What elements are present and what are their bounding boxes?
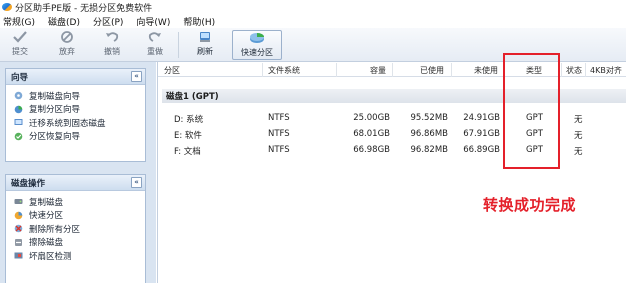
cell-free: 66.89GB (463, 145, 500, 155)
menu-disk[interactable]: 磁盘(D) (48, 15, 80, 28)
sidebar-item-label: 复制磁盘 (29, 197, 64, 208)
cell-used: 95.52MB (410, 113, 449, 123)
menu-bar: 常规(G) 磁盘(D) 分区(P) 向导(W) 帮助(H) (0, 14, 626, 28)
cell-partition: D: 系统 (174, 115, 204, 125)
sidebar-item-migrate-os-to-ssd[interactable]: 迁移系统到固态磁盘 (6, 116, 145, 130)
undo-icon (104, 30, 120, 44)
cell-free: 24.91GB (463, 113, 500, 123)
sidebar-item-label: 复制分区向导 (29, 105, 81, 116)
left-sidebar: 向导 « 复制磁盘向导 复制分区向导 迁移系统到固态磁盘 分区恢复向导 磁盘操作… (0, 62, 156, 283)
column-header-partition[interactable]: 分区 (164, 65, 180, 76)
sidebar-item-bad-sector-check[interactable]: 坏扇区检测 (6, 249, 145, 263)
conversion-success-caption: 转换成功完成 (483, 196, 577, 214)
redo-button[interactable]: 重做 (140, 30, 170, 60)
refresh-button[interactable]: 刷新 (190, 30, 220, 60)
column-divider (451, 63, 452, 77)
column-header-status[interactable]: 状态 (566, 65, 582, 76)
disk-operations-panel-title: 磁盘操作 (11, 178, 46, 189)
migrate-os-icon (14, 118, 23, 127)
disk-operations-collapse-button[interactable]: « (131, 177, 142, 188)
menu-wizard[interactable]: 向导(W) (136, 15, 170, 28)
discard-button[interactable]: 放弃 (52, 30, 82, 60)
menu-general[interactable]: 常规(G) (3, 15, 35, 28)
disk-operations-panel-header: 磁盘操作 « (6, 175, 145, 191)
partition-copy-icon (14, 105, 23, 114)
wizard-panel-title: 向导 (11, 72, 29, 83)
cell-capacity: 66.98GB (353, 145, 390, 155)
sidebar-item-label: 快速分区 (29, 211, 64, 222)
column-header-capacity[interactable]: 容量 (370, 65, 386, 76)
cell-partition: E: 软件 (174, 131, 202, 141)
cell-used: 96.86MB (410, 129, 449, 139)
commit-button[interactable]: 提交 (5, 30, 35, 60)
discard-icon (59, 30, 75, 44)
cell-status: 无 (574, 115, 583, 125)
wizard-panel-header: 向导 « (6, 69, 145, 85)
sidebar-item-label: 删除所有分区 (29, 224, 81, 235)
cell-capacity: 68.01GB (353, 129, 390, 139)
toolbar-separator (178, 32, 179, 58)
title-bar: 分区助手PE版 - 无损分区免费软件 (0, 0, 626, 14)
disk-copy-icon (14, 197, 23, 206)
sidebar-item-delete-all-partitions[interactable]: 删除所有分区 (6, 222, 145, 236)
sidebar-item-label: 迁移系统到固态磁盘 (29, 118, 106, 129)
cell-filesystem: NTFS (268, 129, 290, 139)
sidebar-item-partition-recovery-wizard[interactable]: 分区恢复向导 (6, 130, 145, 144)
column-header-used[interactable]: 已使用 (420, 65, 444, 76)
sidebar-item-copy-disk[interactable]: 复制磁盘 (6, 195, 145, 209)
wipe-disk-icon (14, 238, 23, 247)
sidebar-item-label: 擦除磁盘 (29, 238, 64, 249)
quick-partition-icon (249, 31, 265, 45)
cell-status: 无 (574, 147, 583, 157)
cell-free: 67.91GB (463, 129, 500, 139)
refresh-icon (197, 30, 213, 44)
quick-partition-label: 快速分区 (241, 48, 273, 57)
redo-label: 重做 (147, 47, 163, 56)
sidebar-item-label: 复制磁盘向导 (29, 91, 81, 102)
cell-used: 96.82MB (410, 145, 449, 155)
cell-status: 无 (574, 131, 583, 141)
cell-partition: F: 文档 (174, 147, 201, 157)
sidebar-item-label: 分区恢复向导 (29, 132, 81, 143)
commit-label: 提交 (12, 47, 28, 56)
redo-icon (147, 30, 163, 44)
cell-capacity: 25.00GB (353, 113, 390, 123)
column-divider (585, 63, 586, 77)
column-header-free[interactable]: 未使用 (474, 65, 498, 76)
refresh-label: 刷新 (197, 47, 213, 56)
bad-sector-icon (14, 251, 23, 260)
commit-icon (12, 30, 28, 44)
disk-copy-icon (14, 91, 23, 100)
sidebar-item-copy-disk-wizard[interactable]: 复制磁盘向导 (6, 89, 145, 103)
cell-filesystem: NTFS (268, 113, 290, 123)
quick-partition-icon (14, 211, 23, 220)
highlight-box (503, 53, 560, 169)
sidebar-item-copy-partition-wizard[interactable]: 复制分区向导 (6, 103, 145, 117)
column-divider (336, 63, 337, 77)
sidebar-item-label: 坏扇区检测 (29, 251, 72, 262)
sidebar-item-quick-partition[interactable]: 快速分区 (6, 209, 145, 223)
wizard-collapse-button[interactable]: « (131, 71, 142, 82)
delete-partitions-icon (14, 224, 23, 233)
column-divider (392, 63, 393, 77)
wizard-panel: 向导 « 复制磁盘向导 复制分区向导 迁移系统到固态磁盘 分区恢复向导 (5, 68, 146, 162)
column-header-4kb-aligned[interactable]: 4KB对齐 (590, 65, 622, 76)
undo-button[interactable]: 撤销 (97, 30, 127, 60)
menu-help[interactable]: 帮助(H) (183, 15, 215, 28)
column-divider (561, 63, 562, 77)
quick-partition-button[interactable]: 快速分区 (232, 30, 282, 60)
column-divider (262, 63, 263, 77)
column-header-filesystem[interactable]: 文件系统 (268, 65, 300, 76)
app-logo-icon (2, 2, 12, 12)
sidebar-item-wipe-disk[interactable]: 擦除磁盘 (6, 236, 145, 250)
menu-partition[interactable]: 分区(P) (93, 15, 123, 28)
disk-operations-panel: 磁盘操作 « 复制磁盘 快速分区 删除所有分区 擦除磁盘 坏扇区检测 (5, 174, 146, 283)
discard-label: 放弃 (59, 47, 75, 56)
undo-label: 撤销 (104, 47, 120, 56)
partition-recovery-icon (14, 132, 23, 141)
window-title: 分区助手PE版 - 无损分区免费软件 (15, 3, 153, 14)
cell-filesystem: NTFS (268, 145, 290, 155)
